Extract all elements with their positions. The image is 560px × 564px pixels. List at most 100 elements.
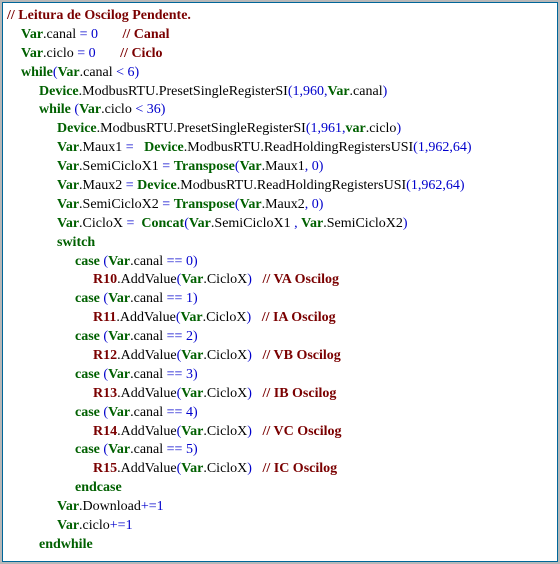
code-line: while (Var.ciclo < 36) — [7, 101, 551, 120]
code-line: R15.AddValue(Var.CicloX) // IC Oscilog — [7, 460, 551, 479]
n: 0 — [91, 27, 98, 42]
n: 4 — [186, 405, 193, 420]
k: Var — [79, 102, 101, 117]
op: = — [159, 159, 174, 174]
reg: R14 — [93, 424, 117, 439]
k: Var — [108, 291, 130, 306]
p: ) — [193, 405, 198, 420]
op: == — [163, 405, 186, 420]
t: ciclo — [369, 121, 396, 136]
p: ) — [193, 367, 198, 382]
t: CicloX — [207, 386, 247, 401]
p: ) — [467, 140, 472, 155]
k: Var — [108, 367, 130, 382]
op: == — [163, 254, 186, 269]
t: ModbusRTU — [180, 178, 253, 193]
n: 64 — [446, 178, 460, 193]
reg: R15 — [93, 461, 117, 476]
n: 3 — [186, 367, 193, 382]
k: while — [21, 65, 53, 80]
code-line: case (Var.canal == 3) — [7, 366, 551, 385]
t: AddValue — [121, 386, 177, 401]
k: Device — [137, 178, 177, 193]
k: Var — [57, 159, 79, 174]
n: 1 — [411, 178, 418, 193]
k: Transpose — [174, 197, 235, 212]
t: Maux1 — [83, 140, 123, 155]
p: ) — [193, 254, 198, 269]
k: Var — [181, 424, 203, 439]
t: ciclo — [105, 102, 132, 117]
k: Var — [181, 386, 203, 401]
op: += — [110, 518, 126, 533]
k: Device — [144, 140, 184, 155]
t: canal — [134, 442, 164, 457]
t: ciclo — [83, 518, 110, 533]
k: case — [75, 367, 100, 382]
t: AddValue — [120, 310, 176, 325]
comment: // Canal — [122, 27, 169, 42]
code-line: endcase — [7, 479, 551, 498]
t: ReadHoldingRegistersUSI — [264, 140, 413, 155]
k: Var — [240, 197, 262, 212]
t: canal — [134, 254, 164, 269]
t: ReadHoldingRegistersUSI — [257, 178, 406, 193]
sp — [252, 272, 263, 287]
k: Var — [57, 178, 79, 193]
comment: // IA Oscilog — [262, 310, 336, 325]
k: Var — [57, 518, 79, 533]
k: Concat — [141, 216, 184, 231]
code-line: endwhile — [7, 536, 551, 555]
op: += — [141, 499, 157, 514]
k: Var — [189, 216, 211, 231]
n: 1 — [186, 291, 193, 306]
sp — [251, 310, 262, 325]
n: 1 — [126, 518, 133, 533]
n: 1 — [293, 84, 300, 99]
t: canal — [47, 27, 77, 42]
k: Var — [58, 65, 80, 80]
k: case — [75, 254, 100, 269]
t: canal — [134, 291, 164, 306]
code-line: Var.Download+=1 — [7, 498, 551, 517]
comment: // VC Oscilog — [262, 424, 341, 439]
k: Var — [108, 405, 130, 420]
t: SemiCicloX1 — [214, 216, 290, 231]
k: Var — [181, 348, 203, 363]
k: endwhile — [39, 537, 93, 552]
op: = — [122, 140, 144, 155]
code-line: // Leitura de Oscilog Pendente. — [7, 7, 551, 26]
code-line: Var.SemiCicloX1 = Transpose(Var.Maux1, 0… — [7, 158, 551, 177]
reg: R13 — [93, 386, 117, 401]
t: ciclo — [47, 46, 74, 61]
n: 0 — [312, 197, 319, 212]
k: var — [346, 121, 366, 136]
comment: // Leitura de Oscilog Pendente. — [7, 8, 191, 23]
sp — [252, 386, 263, 401]
k: Var — [181, 310, 203, 325]
code-line: Device.ModbusRTU.PresetSingleRegisterSI(… — [7, 83, 551, 102]
comment: // VB Oscilog — [262, 348, 340, 363]
k: Transpose — [174, 159, 235, 174]
code-line: Var.Maux1 = Device.ModbusRTU.ReadHolding… — [7, 139, 551, 158]
code-line: switch — [7, 234, 551, 253]
n: 1 — [157, 499, 164, 514]
t: CicloX — [207, 461, 247, 476]
n: 962 — [421, 178, 442, 193]
code-line: R13.AddValue(Var.CicloX) // IB Oscilog — [7, 385, 551, 404]
op: = — [76, 27, 91, 42]
t: SemiCicloX2 — [327, 216, 403, 231]
code-line: R10.AddValue(Var.CicloX) // VA Oscilog — [7, 271, 551, 290]
sp — [98, 27, 123, 42]
t: AddValue — [121, 461, 177, 476]
p: , — [305, 159, 312, 174]
k: Var — [108, 329, 130, 344]
p: ) — [193, 291, 198, 306]
k: Var — [108, 442, 130, 457]
k: Var — [240, 159, 262, 174]
code-line: Device.ModbusRTU.PresetSingleRegisterSI(… — [7, 120, 551, 139]
n: 64 — [453, 140, 467, 155]
comment: // IC Oscilog — [262, 461, 337, 476]
reg: R12 — [93, 348, 117, 363]
t: canal — [83, 65, 113, 80]
